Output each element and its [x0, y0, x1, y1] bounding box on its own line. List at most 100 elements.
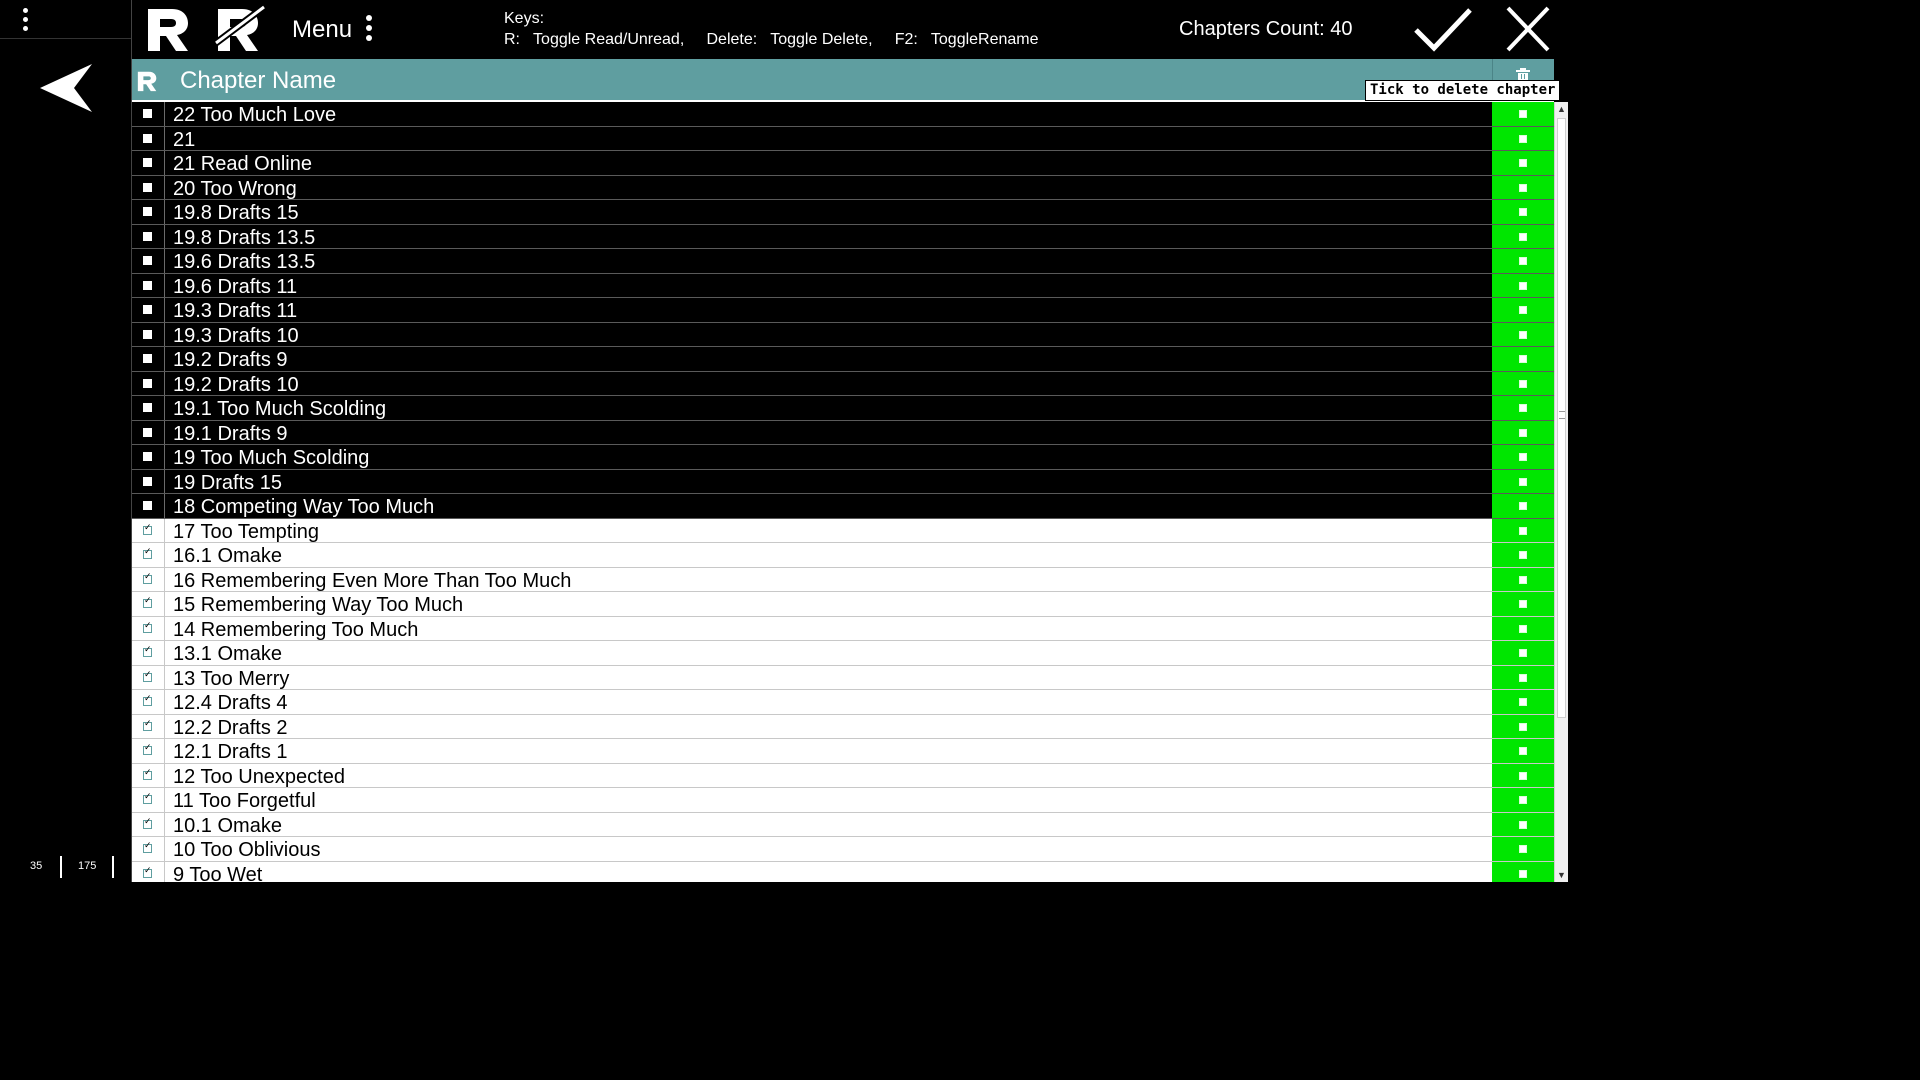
- delete-checkbox[interactable]: [1519, 845, 1527, 853]
- delete-checkbox[interactable]: [1519, 526, 1527, 535]
- delete-checkbox[interactable]: [1519, 257, 1527, 265]
- table-row[interactable]: 12.1 Drafts 1: [132, 739, 1554, 764]
- read-status-cell[interactable]: [132, 592, 165, 616]
- delete-checkbox[interactable]: [1519, 134, 1527, 143]
- delete-checkbox[interactable]: [1519, 673, 1527, 682]
- delete-cell[interactable]: [1492, 788, 1554, 812]
- delete-cell[interactable]: [1492, 763, 1554, 787]
- scroll-thumb[interactable]: [1557, 118, 1566, 718]
- table-row[interactable]: 19.8 Drafts 13.5: [132, 224, 1554, 249]
- delete-cell[interactable]: [1492, 861, 1554, 882]
- delete-checkbox[interactable]: [1519, 183, 1527, 192]
- delete-cell[interactable]: [1492, 714, 1554, 738]
- delete-checkbox[interactable]: [1519, 747, 1527, 755]
- delete-cell[interactable]: [1492, 445, 1554, 469]
- delete-checkbox[interactable]: [1519, 306, 1527, 314]
- vertical-dots-icon[interactable]: [18, 8, 38, 36]
- delete-cell[interactable]: [1492, 665, 1554, 689]
- table-row[interactable]: 19.1 Too Much Scolding: [132, 396, 1554, 421]
- unread-marker[interactable]: [143, 109, 152, 118]
- table-row[interactable]: 13 Too Merry: [132, 665, 1554, 690]
- scroll-down-icon[interactable]: ▼: [1555, 868, 1568, 882]
- unread-marker[interactable]: [143, 403, 152, 412]
- read-status-cell[interactable]: [132, 739, 165, 763]
- unread-marker[interactable]: [143, 280, 152, 290]
- table-row[interactable]: 19.8 Drafts 15: [132, 200, 1554, 225]
- read-checkbox[interactable]: [143, 768, 152, 780]
- delete-cell[interactable]: [1492, 739, 1554, 763]
- delete-checkbox[interactable]: [1519, 649, 1527, 657]
- scroll-up-icon[interactable]: ▲: [1555, 102, 1568, 116]
- table-row[interactable]: 21: [132, 126, 1554, 151]
- table-row[interactable]: 22 Too Much Love: [132, 102, 1554, 127]
- read-status-cell[interactable]: [132, 641, 165, 665]
- read-checkbox[interactable]: [143, 670, 152, 682]
- delete-cell[interactable]: [1492, 200, 1554, 224]
- delete-checkbox[interactable]: [1519, 110, 1527, 118]
- read-checkbox[interactable]: [143, 621, 152, 633]
- unread-marker[interactable]: [143, 427, 152, 437]
- table-row[interactable]: 14 Remembering Too Much: [132, 616, 1554, 641]
- delete-checkbox[interactable]: [1519, 551, 1527, 559]
- table-row[interactable]: 19.1 Drafts 9: [132, 420, 1554, 445]
- read-checkbox[interactable]: [143, 792, 152, 804]
- table-row[interactable]: 10.1 Omake: [132, 812, 1554, 837]
- delete-cell[interactable]: [1492, 420, 1554, 444]
- read-status-cell[interactable]: [132, 567, 165, 591]
- delete-checkbox[interactable]: [1519, 771, 1527, 780]
- delete-cell[interactable]: [1492, 151, 1554, 175]
- checkmark-icon[interactable]: [1412, 4, 1474, 54]
- delete-checkbox[interactable]: [1519, 698, 1527, 706]
- delete-checkbox[interactable]: [1519, 477, 1527, 486]
- unread-marker[interactable]: [143, 305, 152, 314]
- read-status-cell[interactable]: [132, 665, 165, 689]
- table-row[interactable]: 16 Remembering Even More Than Too Much: [132, 567, 1554, 592]
- read-status-cell[interactable]: [132, 690, 165, 714]
- read-status-cell[interactable]: [132, 347, 165, 371]
- table-row[interactable]: 19.2 Drafts 9: [132, 347, 1554, 372]
- read-status-cell[interactable]: [132, 469, 165, 493]
- table-row[interactable]: 19.3 Drafts 11: [132, 298, 1554, 323]
- unread-marker[interactable]: [143, 476, 152, 486]
- delete-checkbox[interactable]: [1519, 796, 1527, 804]
- read-status-cell[interactable]: [132, 788, 165, 812]
- delete-cell[interactable]: [1492, 641, 1554, 665]
- read-checkbox[interactable]: [143, 694, 152, 706]
- read-status-cell[interactable]: [132, 763, 165, 787]
- unread-marker[interactable]: [143, 452, 152, 461]
- delete-cell[interactable]: [1492, 494, 1554, 518]
- table-row[interactable]: 20 Too Wrong: [132, 175, 1554, 200]
- r-logo-icon[interactable]: [136, 67, 160, 95]
- delete-cell[interactable]: [1492, 518, 1554, 542]
- table-row[interactable]: 15 Remembering Way Too Much: [132, 592, 1554, 617]
- table-row[interactable]: 18 Competing Way Too Much: [132, 494, 1554, 519]
- read-status-cell[interactable]: [132, 273, 165, 297]
- delete-cell[interactable]: [1492, 347, 1554, 371]
- table-row[interactable]: 17 Too Tempting: [132, 518, 1554, 543]
- delete-cell[interactable]: [1492, 616, 1554, 640]
- r-logo-icon[interactable]: [144, 3, 196, 55]
- read-status-cell[interactable]: [132, 445, 165, 469]
- table-row[interactable]: 9 Too Wet: [132, 861, 1554, 882]
- table-row[interactable]: 19.6 Drafts 13.5: [132, 249, 1554, 274]
- delete-checkbox[interactable]: [1519, 502, 1527, 510]
- table-row[interactable]: 19.6 Drafts 11: [132, 273, 1554, 298]
- table-row[interactable]: 12 Too Unexpected: [132, 763, 1554, 788]
- delete-cell[interactable]: [1492, 396, 1554, 420]
- close-icon[interactable]: [1502, 4, 1554, 54]
- delete-cell[interactable]: [1492, 126, 1554, 150]
- unread-marker[interactable]: [143, 256, 152, 265]
- delete-cell[interactable]: [1492, 592, 1554, 616]
- read-checkbox[interactable]: [143, 841, 152, 853]
- unread-marker[interactable]: [143, 133, 152, 143]
- read-checkbox[interactable]: [143, 547, 152, 559]
- delete-cell[interactable]: [1492, 567, 1554, 591]
- vertical-scrollbar[interactable]: ▲ ▼: [1554, 102, 1568, 882]
- read-checkbox[interactable]: [143, 572, 152, 584]
- table-row[interactable]: 19 Drafts 15: [132, 469, 1554, 494]
- read-status-cell[interactable]: [132, 371, 165, 395]
- read-status-cell[interactable]: [132, 151, 165, 175]
- read-status-cell[interactable]: [132, 616, 165, 640]
- delete-checkbox[interactable]: [1519, 404, 1527, 412]
- table-row[interactable]: 13.1 Omake: [132, 641, 1554, 666]
